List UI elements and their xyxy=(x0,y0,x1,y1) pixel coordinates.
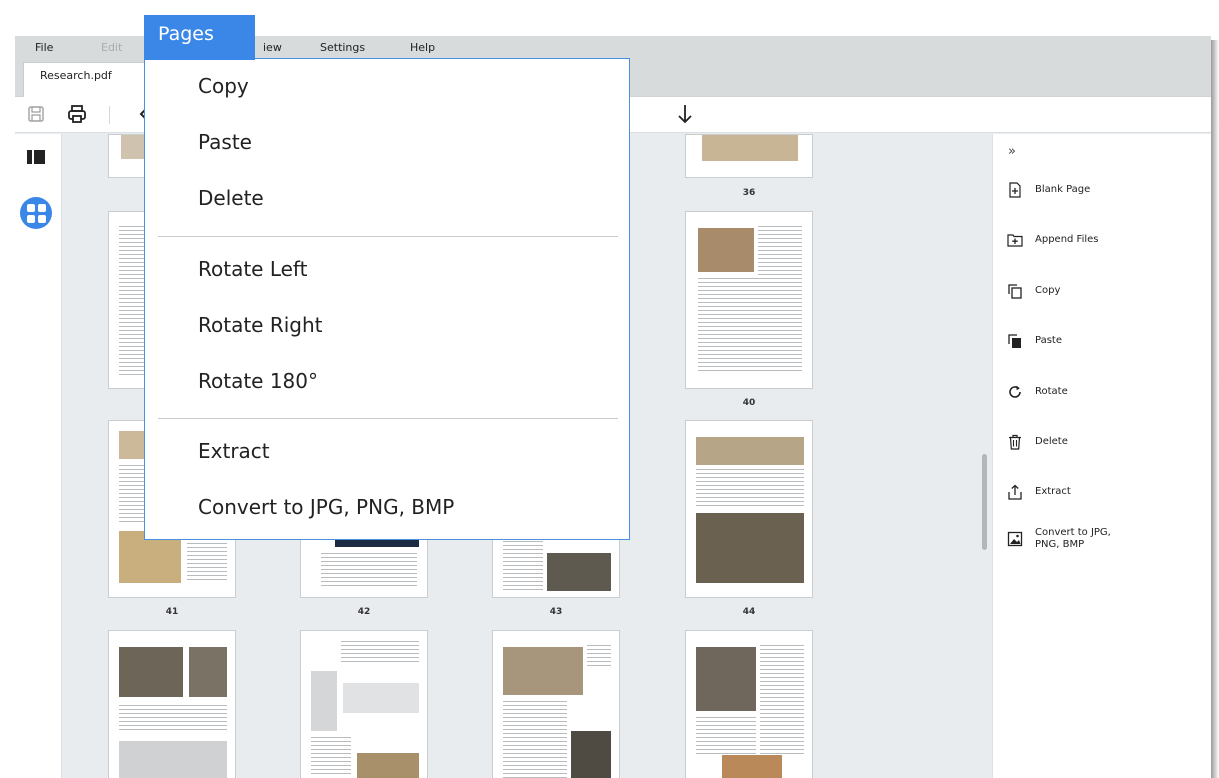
extract-button[interactable]: Extract xyxy=(1007,484,1071,510)
menu-settings[interactable]: Settings xyxy=(320,41,365,54)
extract-icon xyxy=(1008,484,1022,500)
blank-page-icon xyxy=(1009,182,1021,198)
menu-item-paste[interactable]: Paste xyxy=(198,130,252,154)
extract-label: Extract xyxy=(1035,486,1071,497)
page-number: 41 xyxy=(165,607,179,617)
menu-file[interactable]: File xyxy=(35,41,53,54)
paste-button[interactable]: Paste xyxy=(1007,333,1062,359)
convert-to-image-button[interactable]: Convert to JPG, PNG, BMP xyxy=(1007,525,1111,559)
copy-label: Copy xyxy=(1035,285,1061,296)
rotate-icon xyxy=(1009,385,1021,398)
rotate-button[interactable]: Rotate xyxy=(1007,384,1068,410)
menu-edit[interactable]: Edit xyxy=(101,41,122,54)
pages-dropdown-menu: Copy Paste Delete Rotate Left Rotate Rig… xyxy=(144,58,630,540)
convert-label: Convert to JPG, PNG, BMP xyxy=(1035,527,1111,550)
trash-icon xyxy=(1009,434,1021,450)
page-grid-view-icon[interactable] xyxy=(20,197,52,229)
menu-separator xyxy=(158,236,618,237)
menu-item-delete[interactable]: Delete xyxy=(198,186,264,210)
delete-label: Delete xyxy=(1035,436,1068,447)
menu-pages[interactable]: Pages xyxy=(144,15,255,60)
tab-title: Research.pdf xyxy=(40,69,112,82)
menu-item-rotate-180[interactable]: Rotate 180° xyxy=(198,369,318,393)
menu-separator xyxy=(158,418,618,419)
page-thumbnail[interactable] xyxy=(685,211,813,389)
append-files-icon xyxy=(1007,234,1023,247)
left-sidebar xyxy=(15,134,62,778)
page-thumbnail[interactable] xyxy=(685,630,813,778)
delete-button[interactable]: Delete xyxy=(1007,434,1068,460)
toolbar-separator xyxy=(109,106,110,124)
menu-item-convert[interactable]: Convert to JPG, PNG, BMP xyxy=(198,495,454,519)
sidebar-toggle-icon[interactable] xyxy=(27,150,45,164)
menu-help[interactable]: Help xyxy=(410,41,435,54)
append-files-button[interactable]: Append Files xyxy=(1007,232,1099,258)
append-files-label: Append Files xyxy=(1035,234,1099,245)
page-thumbnail[interactable] xyxy=(300,630,428,778)
page-number: 44 xyxy=(742,607,756,617)
menu-item-extract[interactable]: Extract xyxy=(198,439,270,463)
blank-page-button[interactable]: Blank Page xyxy=(1007,182,1090,208)
menu-item-rotate-right[interactable]: Rotate Right xyxy=(198,313,323,337)
arrow-down-icon[interactable] xyxy=(674,103,696,125)
menu-pages-label: Pages xyxy=(158,23,214,45)
save-icon[interactable] xyxy=(25,103,47,125)
window-shadow xyxy=(1211,40,1219,778)
page-thumbnail[interactable] xyxy=(685,420,813,598)
page-thumbnail[interactable] xyxy=(492,630,620,778)
collapse-panel-button[interactable]: » xyxy=(1008,144,1016,159)
menu-view[interactable]: iew xyxy=(263,41,282,54)
paste-label: Paste xyxy=(1035,335,1062,346)
page-thumbnail[interactable] xyxy=(108,630,236,778)
copy-button[interactable]: Copy xyxy=(1007,283,1060,309)
page-actions-panel: » Blank Page Append Files Copy Paste Rot… xyxy=(992,134,1211,778)
menu-item-rotate-left[interactable]: Rotate Left xyxy=(198,257,307,281)
blank-page-label: Blank Page xyxy=(1035,184,1091,195)
vertical-scrollbar[interactable] xyxy=(982,454,987,550)
page-thumbnail[interactable] xyxy=(685,134,813,178)
paste-icon xyxy=(1008,334,1021,348)
copy-icon xyxy=(1008,284,1022,299)
image-convert-icon xyxy=(1007,531,1023,547)
page-number: 42 xyxy=(357,607,371,617)
rotate-label: Rotate xyxy=(1035,386,1068,397)
page-number: 40 xyxy=(742,398,756,408)
page-number: 36 xyxy=(742,188,756,198)
page-number: 43 xyxy=(549,607,563,617)
print-icon[interactable] xyxy=(66,103,88,125)
menu-item-copy[interactable]: Copy xyxy=(198,74,249,98)
